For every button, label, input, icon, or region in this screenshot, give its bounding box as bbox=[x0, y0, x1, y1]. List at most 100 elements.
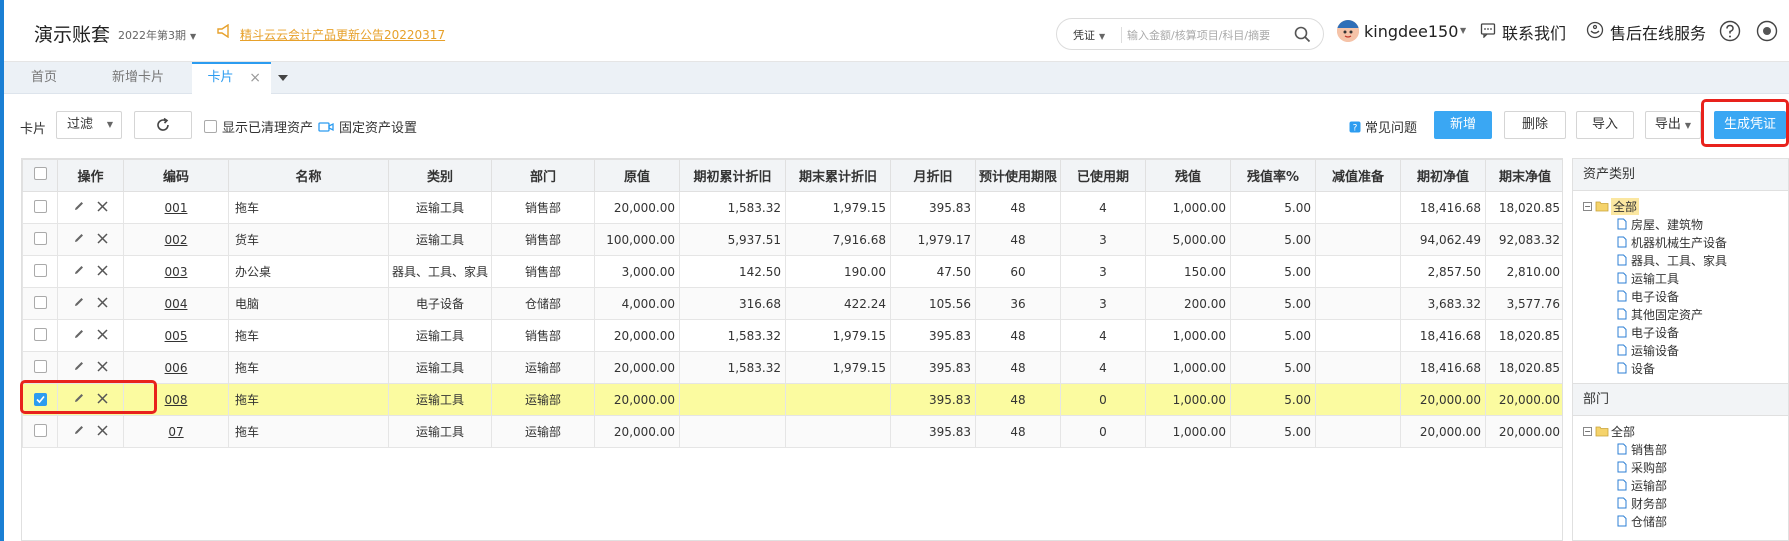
card-code-link[interactable]: 008 bbox=[165, 393, 188, 407]
search-input[interactable] bbox=[1127, 24, 1287, 46]
tab-home[interactable]: 首页 bbox=[4, 62, 84, 94]
username[interactable]: kingdee150 bbox=[1364, 22, 1458, 41]
column-header[interactable]: 减值准备 bbox=[1315, 159, 1401, 192]
card-code-link[interactable]: 005 bbox=[165, 329, 188, 343]
checkbox[interactable] bbox=[33, 295, 47, 309]
faq-link[interactable]: ? 常见问题 bbox=[1349, 117, 1417, 136]
search-icon[interactable] bbox=[1294, 26, 1311, 46]
tree-node[interactable]: 财务部 bbox=[1583, 494, 1788, 512]
row-select-cell[interactable] bbox=[22, 351, 58, 384]
tree-node[interactable]: 电子设备 bbox=[1583, 287, 1788, 305]
column-header[interactable]: 残值率% bbox=[1230, 159, 1316, 192]
filter-select[interactable]: 过滤 ▼ bbox=[56, 111, 122, 139]
column-header[interactable]: 编码 bbox=[123, 159, 229, 192]
card-code-link[interactable]: 002 bbox=[165, 233, 188, 247]
checkbox[interactable] bbox=[33, 263, 47, 277]
edit-icon[interactable] bbox=[73, 264, 85, 276]
collapse-icon[interactable]: − bbox=[1583, 426, 1592, 436]
edit-icon[interactable] bbox=[73, 232, 85, 244]
tree-node[interactable]: 器具、工具、家具 bbox=[1583, 251, 1788, 269]
edit-icon[interactable] bbox=[73, 328, 85, 340]
checkbox[interactable] bbox=[33, 423, 47, 437]
tab-new-card[interactable]: 新增卡片 bbox=[84, 62, 192, 94]
tree-root[interactable]: − 全部 bbox=[1583, 197, 1788, 215]
contact-us-button[interactable]: 联系我们 bbox=[1480, 20, 1566, 44]
tree-node[interactable]: 销售部 bbox=[1583, 440, 1788, 458]
tree-node[interactable]: 运输设备 bbox=[1583, 341, 1788, 359]
delete-button[interactable]: 删除 bbox=[1504, 111, 1566, 139]
import-button[interactable]: 导入 bbox=[1576, 111, 1634, 139]
delete-icon[interactable] bbox=[97, 424, 108, 436]
close-icon[interactable]: × bbox=[249, 64, 261, 92]
column-header[interactable]: 期末净值 bbox=[1485, 159, 1562, 192]
tree-node[interactable]: 设备 bbox=[1583, 359, 1788, 377]
refresh-button[interactable] bbox=[134, 111, 192, 139]
export-button[interactable]: 导出 ▼ bbox=[1645, 111, 1701, 139]
tab-card[interactable]: 卡片 × bbox=[192, 62, 271, 94]
edit-icon[interactable] bbox=[73, 296, 85, 308]
checkbox[interactable] bbox=[33, 327, 47, 341]
delete-icon[interactable] bbox=[97, 200, 108, 212]
tree-node[interactable]: 运输部 bbox=[1583, 476, 1788, 494]
show-cleared-checkbox[interactable]: 显示已清理资产 bbox=[204, 117, 313, 136]
column-header[interactable]: 已使用期 bbox=[1060, 159, 1146, 192]
row-select-cell[interactable] bbox=[22, 255, 58, 288]
account-set-title[interactable]: 演示账套 bbox=[34, 20, 110, 47]
row-select-cell[interactable] bbox=[22, 319, 58, 352]
period-selector[interactable]: 2022年第3期 ▼ bbox=[118, 27, 196, 43]
tree-root[interactable]: − 全部 bbox=[1583, 422, 1788, 440]
checkbox-checked[interactable] bbox=[33, 392, 47, 406]
table-row[interactable]: 002 货车 运输工具 销售部 100,000.00 5,937.51 7,916.68 1,… bbox=[22, 223, 1562, 256]
card-code-link[interactable]: 07 bbox=[168, 425, 183, 439]
tree-node[interactable]: 房屋、建筑物 bbox=[1583, 215, 1788, 233]
tree-node[interactable]: 仓储部 bbox=[1583, 512, 1788, 530]
tree-node[interactable]: 运输工具 bbox=[1583, 269, 1788, 287]
tree-node[interactable]: 采购部 bbox=[1583, 458, 1788, 476]
row-select-cell[interactable] bbox=[22, 415, 58, 448]
column-header[interactable]: 类别 bbox=[388, 159, 492, 192]
edit-icon[interactable] bbox=[73, 200, 85, 212]
avatar[interactable] bbox=[1337, 20, 1359, 42]
table-row[interactable]: 07 拖车 运输工具 运输部 20,000.00 395.83 48 0 1,000.00 5.0… bbox=[22, 415, 1562, 448]
checkbox[interactable] bbox=[33, 359, 47, 373]
column-header[interactable]: 原值 bbox=[594, 159, 680, 192]
add-button[interactable]: 新增 bbox=[1434, 111, 1492, 139]
delete-icon[interactable] bbox=[97, 296, 108, 308]
column-header[interactable]: 名称 bbox=[228, 159, 389, 192]
table-row[interactable]: 003 办公桌 器具、工具、家具 销售部 3,000.00 142.50 190.00 47.… bbox=[22, 255, 1562, 288]
search-type-select[interactable]: 凭证 ▼ bbox=[1073, 27, 1105, 43]
column-header[interactable]: 月折旧 bbox=[890, 159, 976, 192]
tab-list-dropdown[interactable] bbox=[271, 62, 295, 94]
generate-voucher-button[interactable]: 生成凭证 bbox=[1714, 111, 1786, 139]
checkbox[interactable] bbox=[33, 231, 47, 245]
table-row[interactable]: 008 拖车 运输工具 运输部 20,000.00 395.83 48 0 1,000.00 5.… bbox=[22, 383, 1562, 416]
column-header[interactable]: 预计使用期限 bbox=[975, 159, 1061, 192]
row-select-cell[interactable] bbox=[22, 383, 58, 416]
card-code-link[interactable]: 003 bbox=[165, 265, 188, 279]
column-header[interactable]: 期初累计折旧 bbox=[679, 159, 786, 192]
card-code-link[interactable]: 006 bbox=[165, 361, 188, 375]
row-select-cell[interactable] bbox=[22, 287, 58, 320]
select-all-checkbox[interactable] bbox=[33, 167, 47, 180]
column-header[interactable]: 部门 bbox=[491, 159, 595, 192]
tree-node[interactable]: 其他固定资产 bbox=[1583, 305, 1788, 323]
help-icon[interactable] bbox=[1719, 20, 1741, 45]
edit-icon[interactable] bbox=[73, 392, 85, 404]
column-header[interactable]: 期末累计折旧 bbox=[785, 159, 891, 192]
table-row[interactable]: 005 拖车 运输工具 销售部 20,000.00 1,583.32 1,979.15 395… bbox=[22, 319, 1562, 352]
delete-icon[interactable] bbox=[97, 264, 108, 276]
delete-icon[interactable] bbox=[97, 392, 108, 404]
edit-icon[interactable] bbox=[73, 424, 85, 436]
delete-icon[interactable] bbox=[97, 232, 108, 244]
online-service-button[interactable]: 售后在线服务 bbox=[1586, 20, 1706, 44]
column-header[interactable]: 期初净值 bbox=[1400, 159, 1486, 192]
checkbox[interactable] bbox=[204, 120, 217, 133]
collapse-icon[interactable]: − bbox=[1583, 201, 1592, 211]
row-select-cell[interactable] bbox=[22, 191, 58, 224]
tree-node[interactable]: 机器机械生产设备 bbox=[1583, 233, 1788, 251]
asset-settings-link[interactable]: 固定资产设置 bbox=[318, 117, 417, 136]
tree-node[interactable]: 电子设备 bbox=[1583, 323, 1788, 341]
card-code-link[interactable]: 001 bbox=[165, 201, 188, 215]
gear-icon[interactable] bbox=[1756, 20, 1778, 45]
checkbox[interactable] bbox=[33, 199, 47, 213]
